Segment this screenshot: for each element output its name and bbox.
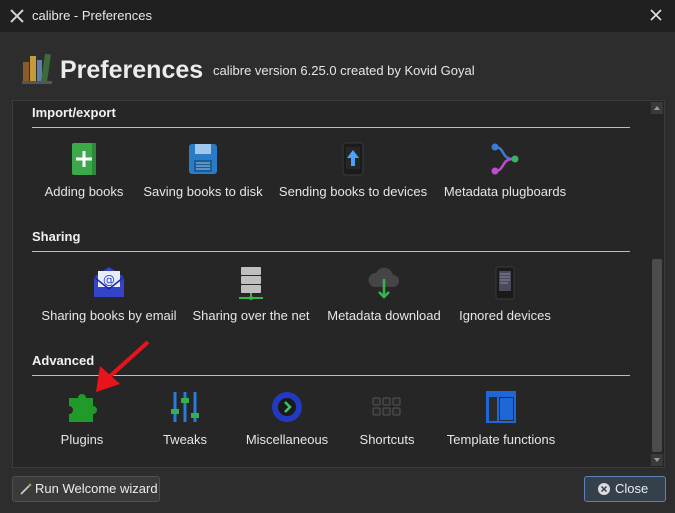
keyboard-icon <box>372 397 401 416</box>
pref-label: Adding books <box>44 184 124 199</box>
pref-label: Template functions <box>446 432 556 447</box>
ereader-icon <box>495 266 515 300</box>
pref-sharing-email[interactable]: @ Sharing books by email <box>39 265 179 325</box>
pref-metadata-download[interactable]: Metadata download <box>323 265 445 325</box>
pref-label: Metadata plugboards <box>443 184 567 199</box>
close-icon[interactable] <box>647 6 665 24</box>
pref-label: Miscellaneous <box>245 432 329 447</box>
button-label: Close <box>615 481 649 496</box>
pref-saving-books[interactable]: Saving books to disk <box>141 141 265 201</box>
window-title: calibre - Preferences <box>32 8 152 23</box>
calibre-logo-icon <box>22 53 52 84</box>
pref-sharing-net[interactable]: Sharing over the net <box>191 265 311 325</box>
server-icon <box>239 267 263 300</box>
scroll-down-icon[interactable] <box>651 454 663 466</box>
run-welcome-wizard-button[interactable]: Run Welcome wizard <box>12 476 160 502</box>
scroll-up-icon[interactable] <box>651 102 663 114</box>
preferences-panel: Import/export Adding books Saving books … <box>12 100 665 468</box>
section-title-advanced: Advanced <box>32 353 95 368</box>
pref-label: Tweaks <box>162 432 208 447</box>
scroll-thumb[interactable] <box>652 259 662 452</box>
preferences-window: calibre - Preferences Preferences calibr… <box>0 0 675 513</box>
close-circle-icon <box>598 483 610 495</box>
close-button[interactable]: Close <box>584 476 666 502</box>
pref-label: Metadata download <box>327 308 441 323</box>
button-label: Run Welcome wizard <box>35 481 158 496</box>
pref-label: Plugins <box>60 432 104 447</box>
pref-sending-books[interactable]: Sending books to devices <box>278 141 428 201</box>
email-icon: @ <box>93 267 125 297</box>
pref-miscellaneous[interactable]: Miscellaneous <box>243 389 331 449</box>
add-book-icon <box>72 143 96 175</box>
pref-label: Ignored devices <box>459 308 551 323</box>
floppy-disk-icon <box>189 144 217 174</box>
chevron-circle-icon <box>272 392 302 422</box>
pref-label: Sharing books by email <box>41 308 177 323</box>
pref-plugins[interactable]: Plugins <box>49 389 115 449</box>
pref-adding-books[interactable]: Adding books <box>39 141 129 201</box>
pref-label: Sending books to devices <box>278 184 428 199</box>
section-title-sharing: Sharing <box>32 229 81 244</box>
title-bar: calibre - Preferences <box>0 0 675 32</box>
sliders-icon <box>171 392 199 422</box>
vertical-scrollbar[interactable] <box>650 101 664 467</box>
pref-metadata-plugboards[interactable]: Metadata plugboards <box>441 141 569 201</box>
section-title-import-export: Import/export <box>32 105 116 120</box>
pref-label: Sharing over the net <box>192 308 310 323</box>
annotation-arrow-icon <box>96 340 150 392</box>
plugboard-icon <box>491 143 519 175</box>
section-divider <box>32 251 630 252</box>
version-text: calibre version 6.25.0 created by Kovid … <box>213 63 475 78</box>
pref-label: Shortcuts <box>359 432 415 447</box>
pref-label: Saving books to disk <box>143 184 263 199</box>
pref-ignored-devices[interactable]: Ignored devices <box>457 265 553 325</box>
calibre-app-icon <box>10 9 24 23</box>
page-title: Preferences <box>60 56 204 84</box>
pref-shortcuts[interactable]: Shortcuts <box>353 389 421 449</box>
pref-tweaks[interactable]: Tweaks <box>151 389 219 449</box>
wand-icon <box>20 483 32 495</box>
template-icon <box>486 391 516 423</box>
device-upload-icon <box>342 142 364 176</box>
cloud-download-icon <box>368 267 399 299</box>
pref-template-functions[interactable]: Template functions <box>441 389 561 449</box>
section-divider <box>32 127 630 128</box>
